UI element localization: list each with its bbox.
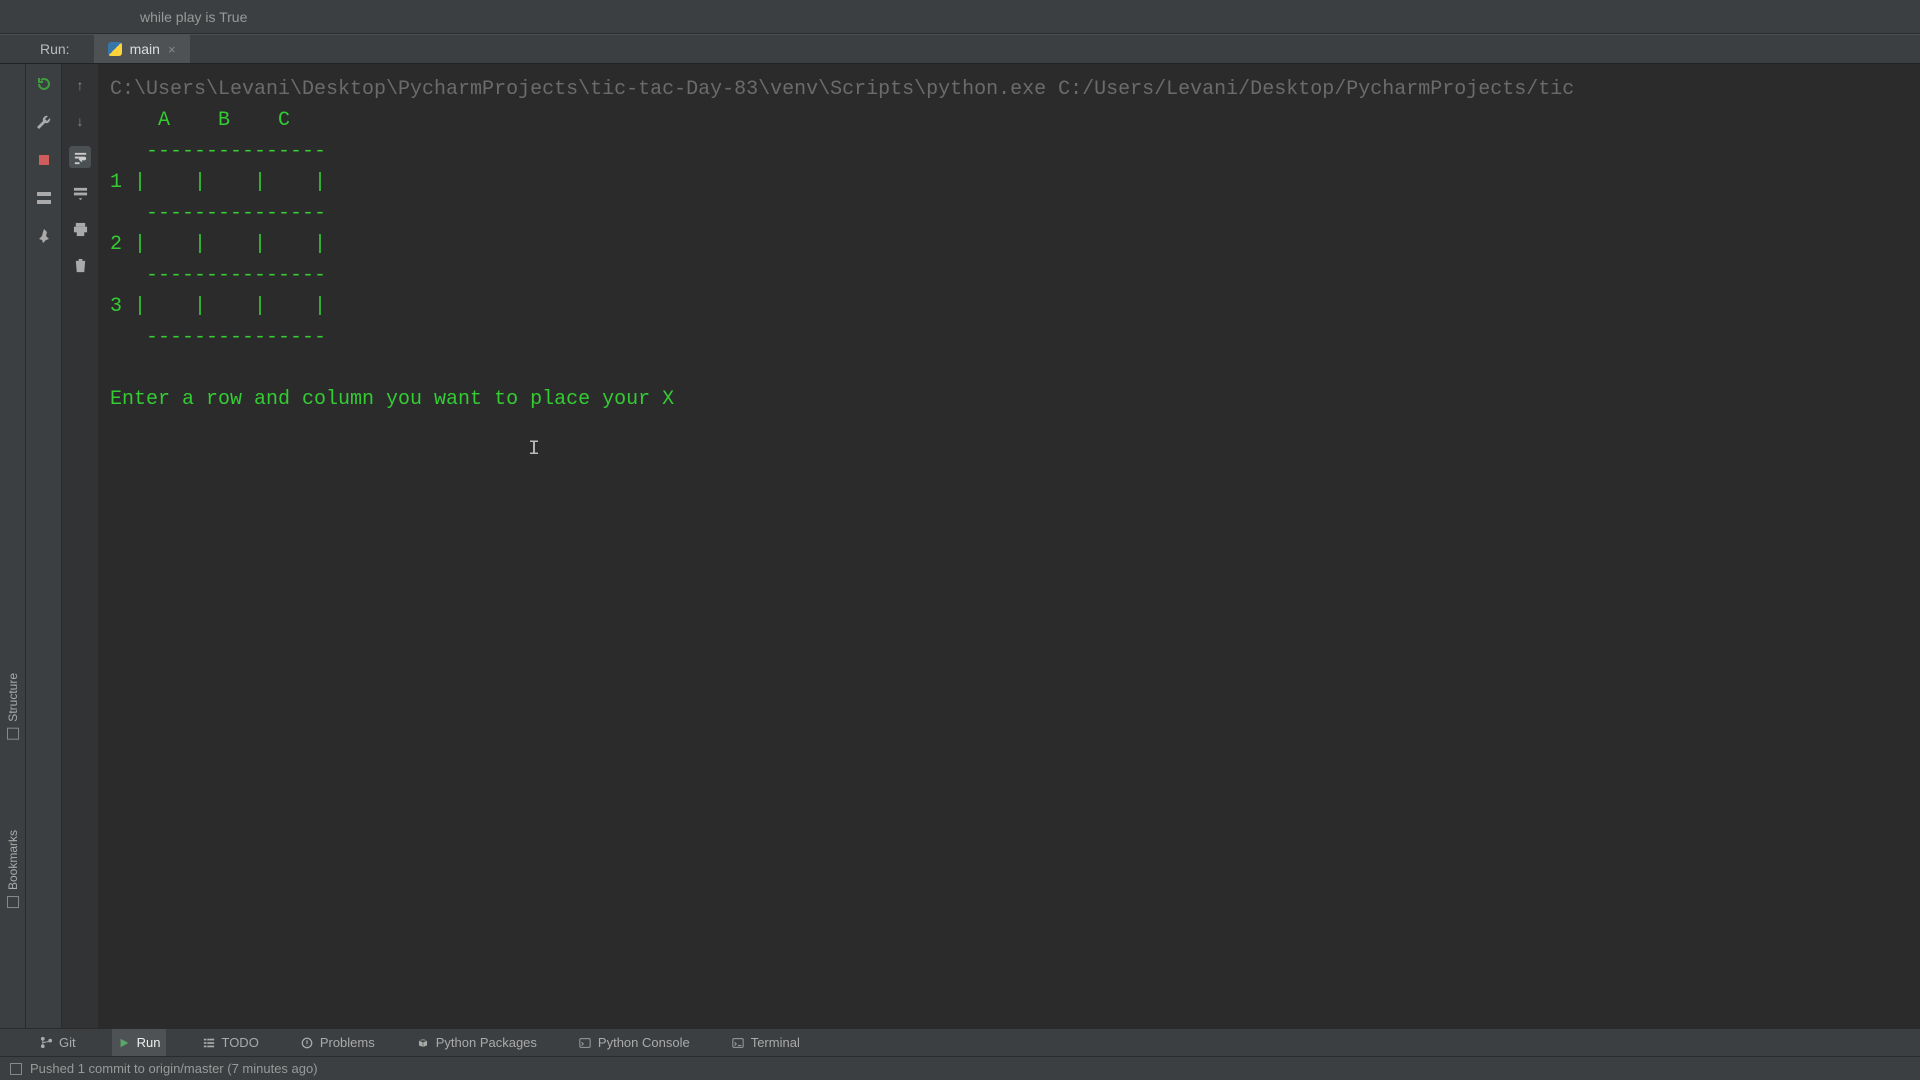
structure-label: Structure bbox=[6, 673, 20, 722]
git-label: Git bbox=[59, 1035, 76, 1050]
python-console-tool-button[interactable]: Python Console bbox=[573, 1029, 696, 1056]
scroll-down-button[interactable]: ↓ bbox=[69, 110, 91, 132]
todo-tool-button[interactable]: TODO bbox=[196, 1029, 264, 1056]
run-tool-button[interactable]: Run bbox=[112, 1029, 167, 1056]
git-branch-icon bbox=[40, 1036, 53, 1049]
bottom-tool-bar: Git Run TODO Problems Python Packages bbox=[0, 1028, 1920, 1056]
problems-tool-button[interactable]: Problems bbox=[295, 1029, 381, 1056]
clear-all-button[interactable] bbox=[69, 254, 91, 276]
terminal-icon bbox=[732, 1036, 745, 1049]
run-label: Run: bbox=[40, 41, 70, 57]
status-icon bbox=[10, 1063, 22, 1075]
scroll-up-button[interactable]: ↑ bbox=[69, 74, 91, 96]
output-prompt: Enter a row and column you want to place… bbox=[110, 388, 686, 411]
run-tab-bar: Run: main × bbox=[0, 34, 1920, 64]
pyconsole-label: Python Console bbox=[598, 1035, 690, 1050]
stop-button[interactable] bbox=[34, 150, 54, 170]
output-line: A B C bbox=[110, 109, 290, 132]
output-line: 2 | | | | bbox=[110, 233, 326, 256]
python-icon bbox=[108, 42, 122, 56]
structure-tool-button[interactable]: Structure bbox=[6, 673, 20, 740]
structure-icon bbox=[7, 728, 19, 740]
command-path: C:\Users\Levani\Desktop\PycharmProjects\… bbox=[110, 78, 1574, 101]
output-line: --------------- bbox=[110, 202, 326, 225]
text-cursor: I bbox=[528, 434, 540, 465]
git-tool-button[interactable]: Git bbox=[34, 1029, 82, 1056]
left-tool-strip: Structure Bookmarks bbox=[0, 64, 26, 1028]
layout-button[interactable] bbox=[34, 188, 54, 208]
run-gutter-secondary: ↑ ↓ bbox=[62, 64, 98, 1028]
python-console-icon bbox=[579, 1036, 592, 1049]
scroll-to-end-button[interactable] bbox=[69, 182, 91, 204]
arrow-up-icon: ↑ bbox=[77, 77, 84, 93]
run-tab-label: main bbox=[130, 41, 160, 57]
play-icon bbox=[118, 1036, 131, 1049]
packages-label: Python Packages bbox=[436, 1035, 537, 1050]
status-bar: Pushed 1 commit to origin/master (7 minu… bbox=[0, 1056, 1920, 1080]
problems-label: Problems bbox=[320, 1035, 375, 1050]
console-output[interactable]: C:\Users\Levani\Desktop\PycharmProjects\… bbox=[98, 64, 1920, 1028]
package-icon bbox=[417, 1036, 430, 1049]
run-gutter-primary bbox=[26, 64, 62, 1028]
todo-label: TODO bbox=[221, 1035, 258, 1050]
run-label: Run bbox=[137, 1035, 161, 1050]
print-button[interactable] bbox=[69, 218, 91, 240]
soft-wrap-button[interactable] bbox=[69, 146, 91, 168]
rerun-button[interactable] bbox=[34, 74, 54, 94]
bookmarks-tool-button[interactable]: Bookmarks bbox=[6, 830, 20, 908]
status-message: Pushed 1 commit to origin/master (7 minu… bbox=[30, 1061, 318, 1076]
python-packages-tool-button[interactable]: Python Packages bbox=[411, 1029, 543, 1056]
run-tab-main[interactable]: main × bbox=[94, 35, 190, 63]
terminal-label: Terminal bbox=[751, 1035, 800, 1050]
output-line: --------------- bbox=[110, 326, 326, 349]
output-line: 1 | | | | bbox=[110, 171, 326, 194]
arrow-down-icon: ↓ bbox=[77, 113, 84, 129]
todo-icon bbox=[202, 1036, 215, 1049]
bookmarks-icon bbox=[7, 896, 19, 908]
terminal-tool-button[interactable]: Terminal bbox=[726, 1029, 806, 1056]
breadcrumb-text: while play is True bbox=[140, 9, 247, 25]
breadcrumb-bar: while play is True bbox=[0, 0, 1920, 34]
output-line: 3 | | | | bbox=[110, 295, 326, 318]
close-icon[interactable]: × bbox=[168, 42, 176, 57]
problems-icon bbox=[301, 1036, 314, 1049]
wrench-button[interactable] bbox=[34, 112, 54, 132]
output-line: --------------- bbox=[110, 140, 326, 163]
pin-button[interactable] bbox=[34, 226, 54, 246]
output-line: --------------- bbox=[110, 264, 326, 287]
bookmarks-label: Bookmarks bbox=[6, 830, 20, 890]
